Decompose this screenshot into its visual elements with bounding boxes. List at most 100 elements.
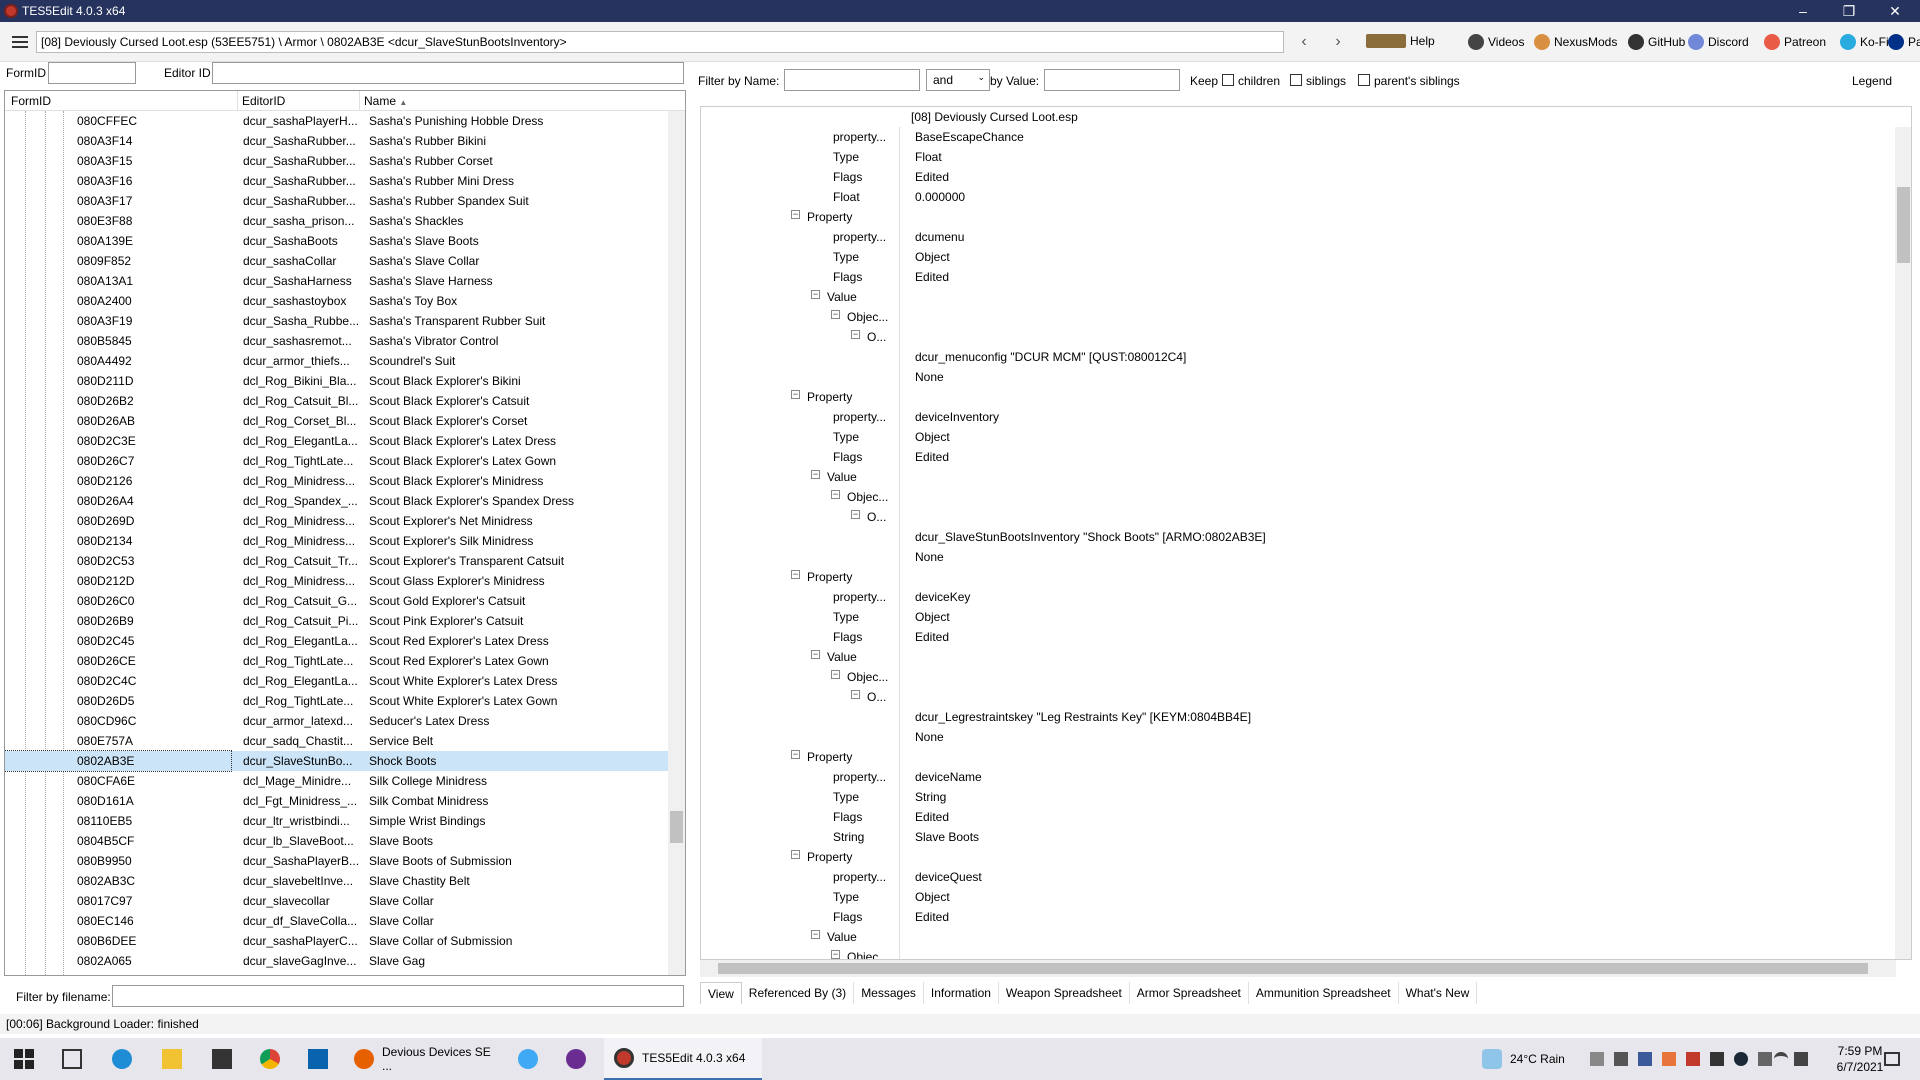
table-row[interactable]: 080A3F15 dcur_SashaRubber... Sasha's Rubbe… (5, 151, 669, 171)
table-row[interactable]: 080B9950 dcur_SashaPlayerB... Slave Boots … (5, 851, 669, 871)
table-row[interactable]: 080A2400 dcur_sashastoybox Sasha's Toy Box (5, 291, 669, 311)
table-row[interactable]: 080E757A dcur_sadq_Chastit... Service Belt (5, 731, 669, 751)
filename-filter-input[interactable] (112, 985, 684, 1007)
table-row[interactable]: 080A3F16 dcur_SashaRubber... Sasha's Rubbe… (5, 171, 669, 191)
editorid-input[interactable] (212, 62, 684, 84)
tab-referenced-by-3[interactable]: Referenced By (3) (742, 982, 855, 1004)
detail-row[interactable]: − Property (701, 207, 1897, 227)
edge-icon[interactable] (112, 1049, 132, 1069)
table-row[interactable]: 080D26C0 dcl_Rog_Catsuit_G... Scout Gold E… (5, 591, 669, 611)
table-row[interactable]: 080A13A1 dcur_SashaHarness Sasha's Slave H… (5, 271, 669, 291)
table-row[interactable]: 080D161A dcl_Fgt_Minidress_... Silk Combat… (5, 791, 669, 811)
detail-row[interactable]: dcur_menuconfig "DCUR MCM" [QUST:080012C… (701, 347, 1897, 367)
table-row[interactable]: 080D2C3E dcl_Rog_ElegantLa... Scout Black … (5, 431, 669, 451)
detail-row[interactable]: Type Object (701, 427, 1897, 447)
list-scrollbar[interactable] (668, 111, 685, 975)
children-checkbox[interactable] (1222, 74, 1234, 86)
detail-row[interactable]: Flags Edited (701, 807, 1897, 827)
table-row[interactable]: 080D269D dcl_Rog_Minidress... Scout Explor… (5, 511, 669, 531)
table-row[interactable]: 080D26D5 dcl_Rog_TightLate... Scout White … (5, 691, 669, 711)
detail-row[interactable]: − Property (701, 567, 1897, 587)
table-row[interactable]: 080CD96C dcur_armor_latexd... Seducer's La… (5, 711, 669, 731)
table-row[interactable]: 080D211D dcl_Rog_Bikini_Bla... Scout Black… (5, 371, 669, 391)
table-row[interactable]: 0802AB3E dcur_SlaveStunBo... Shock Boots (5, 750, 669, 772)
collapse-icon[interactable]: − (831, 310, 840, 319)
tray-icon[interactable] (1638, 1052, 1652, 1066)
detail-row[interactable]: None (701, 727, 1897, 747)
table-row[interactable]: 080D212D dcl_Rog_Minidress... Scout Glass … (5, 571, 669, 591)
link-discord[interactable]: Discord (1688, 34, 1749, 50)
table-row[interactable]: 0804B5CF dcur_lb_SlaveBoot... Slave Boots (5, 831, 669, 851)
and-select[interactable]: and ⌄ (926, 69, 990, 91)
legend-button[interactable]: Legend (1852, 74, 1892, 88)
detail-row[interactable]: − Value (701, 647, 1897, 667)
collapse-icon[interactable]: − (791, 210, 800, 219)
table-row[interactable]: 080CFFEC dcur_sashaPlayerH... Sasha's Puni… (5, 111, 669, 131)
tab-ammunition-spreadsheet[interactable]: Ammunition Spreadsheet (1249, 982, 1399, 1004)
detail-row[interactable]: − O... (701, 507, 1897, 527)
steam-icon[interactable] (1734, 1052, 1748, 1066)
detail-row[interactable]: − Value (701, 287, 1897, 307)
app-icon-purple[interactable] (566, 1049, 586, 1069)
tab-armor-spreadsheet[interactable]: Armor Spreadsheet (1130, 982, 1249, 1004)
detail-hscrollbar[interactable] (700, 960, 1896, 977)
link-ko-fi[interactable]: Ko-Fi (1840, 34, 1889, 50)
link-github[interactable]: GitHub (1628, 34, 1685, 50)
mail-icon[interactable] (308, 1049, 328, 1069)
table-row[interactable]: 080A3F19 dcur_Sasha_Rubbe... Sasha's Trans… (5, 311, 669, 331)
tray-icon[interactable] (1710, 1052, 1724, 1066)
col-name[interactable]: Name ▲ (359, 91, 407, 111)
collapse-icon[interactable]: − (791, 850, 800, 859)
table-row[interactable]: 080D2C45 dcl_Rog_ElegantLa... Scout Red Ex… (5, 631, 669, 651)
detail-row[interactable]: − Value (701, 927, 1897, 947)
detail-row[interactable]: Type Object (701, 607, 1897, 627)
link-videos[interactable]: Videos (1468, 34, 1524, 50)
collapse-icon[interactable]: − (791, 390, 800, 399)
collapse-icon[interactable]: − (831, 670, 840, 679)
record-path[interactable]: [08] Deviously Cursed Loot.esp (53EE5751… (36, 31, 1284, 53)
table-row[interactable]: 08017C97 dcur_slavecollar Slave Collar (5, 891, 669, 911)
filter-value-input[interactable] (1044, 69, 1180, 91)
detail-row[interactable]: dcur_SlaveStunBootsInventory "Shock Boot… (701, 527, 1897, 547)
detail-row[interactable]: − Objec... (701, 487, 1897, 507)
detail-row[interactable]: − Objec... (701, 307, 1897, 327)
collapse-icon[interactable]: − (811, 290, 820, 299)
table-row[interactable]: 080A4492 dcur_armor_thiefs... Scoundrel's … (5, 351, 669, 371)
store-icon[interactable] (212, 1049, 232, 1069)
tray-icon[interactable] (1590, 1052, 1604, 1066)
detail-scroll-thumb[interactable] (1897, 187, 1910, 263)
table-row[interactable]: 080E3F88 dcur_sasha_prison... Sasha's Shac… (5, 211, 669, 231)
weather-text[interactable]: 24°C Rain (1510, 1052, 1565, 1066)
detail-row[interactable]: Type Object (701, 247, 1897, 267)
tab-information[interactable]: Information (924, 982, 999, 1004)
table-row[interactable]: 080A3F17 dcur_SashaRubber... Sasha's Rubbe… (5, 191, 669, 211)
tab-weapon-spreadsheet[interactable]: Weapon Spreadsheet (999, 982, 1130, 1004)
link-help[interactable]: Help (1366, 34, 1435, 48)
table-row[interactable]: 080D2134 dcl_Rog_Minidress... Scout Explor… (5, 531, 669, 551)
detail-hscroll-thumb[interactable] (718, 963, 1868, 974)
detail-row[interactable]: Flags Edited (701, 447, 1897, 467)
collapse-icon[interactable]: − (831, 490, 840, 499)
table-row[interactable]: 080D26AB dcl_Rog_Corset_Bl... Scout Black … (5, 411, 669, 431)
table-row[interactable]: 080B6DEE dcur_sashaPlayerC... Slave Collar… (5, 931, 669, 951)
clock-time[interactable]: 7:59 PM (1832, 1044, 1888, 1058)
tab-what-s-new[interactable]: What's New (1399, 982, 1478, 1004)
detail-row[interactable]: − O... (701, 327, 1897, 347)
detail-row[interactable]: Flags Edited (701, 627, 1897, 647)
volume-icon[interactable] (1794, 1052, 1808, 1066)
detail-row[interactable]: Type Object (701, 887, 1897, 907)
detail-row[interactable]: property... dcumenu (701, 227, 1897, 247)
start-icon[interactable] (14, 1049, 34, 1069)
file-explorer-icon[interactable] (162, 1049, 182, 1069)
parents-siblings-checkbox[interactable] (1358, 74, 1370, 86)
col-formid[interactable]: FormID (11, 94, 51, 108)
list-scroll-thumb[interactable] (670, 811, 683, 843)
col-editorid[interactable]: EditorID (237, 91, 285, 111)
detail-row[interactable]: Flags Edited (701, 167, 1897, 187)
table-row[interactable]: 080D2C53 dcl_Rog_Catsuit_Tr... Scout Explo… (5, 551, 669, 571)
table-row[interactable]: 0809F852 dcur_sashaCollar Sasha's Slave Co… (5, 251, 669, 271)
task-view-icon[interactable] (62, 1049, 82, 1069)
chrome-icon[interactable] (260, 1049, 280, 1069)
detail-row[interactable]: Type String (701, 787, 1897, 807)
table-row[interactable]: 080A139E dcur_SashaBoots Sasha's Slave Boo… (5, 231, 669, 251)
